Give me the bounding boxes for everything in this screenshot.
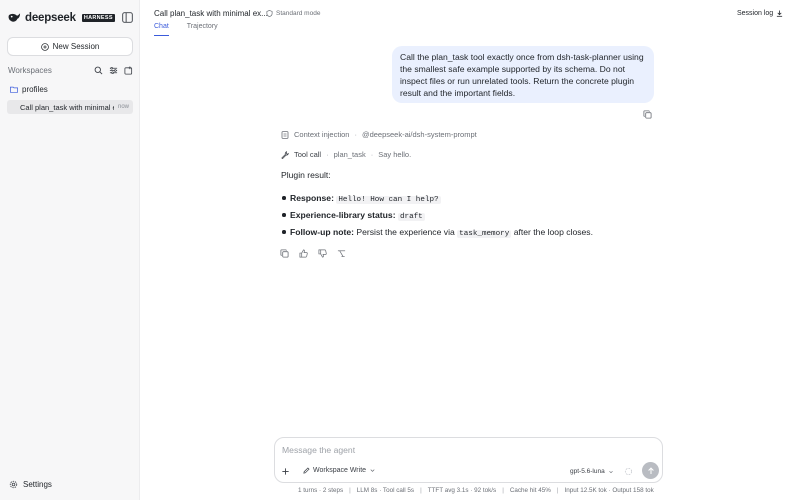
tab-trajectory[interactable]: Trajectory: [187, 23, 218, 36]
settings-button[interactable]: Settings: [9, 480, 52, 489]
brand-name: deepseek: [25, 12, 76, 24]
tool-args: Say hello.: [378, 150, 412, 159]
field-code: draft: [397, 213, 425, 221]
loading-spinner-icon: [624, 467, 633, 476]
field-label: Follow-up note:: [290, 227, 354, 237]
new-session-button[interactable]: New Session: [7, 37, 133, 56]
result-heading: Plugin result:: [281, 170, 331, 180]
folder-icon: [10, 86, 18, 93]
model-dropdown[interactable]: gpt-5.6-luna: [570, 468, 614, 475]
user-message: Call the plan_task tool exactly once fro…: [392, 46, 654, 103]
workspace-folder[interactable]: profiles: [10, 85, 48, 94]
thumbs-up-icon[interactable]: [299, 249, 308, 258]
stat-cache: Cache hit 45%: [509, 487, 551, 494]
whale-logo-icon: [8, 13, 21, 22]
list-item: Experience-library status: draft: [281, 209, 593, 226]
sidebar-toggle-icon[interactable]: [122, 12, 133, 23]
filter-icon[interactable]: [109, 66, 118, 75]
workspaces-label: Workspaces: [8, 65, 52, 75]
field-code: task_memory: [457, 230, 512, 238]
mode-label: Standard mode: [276, 10, 321, 17]
workspaces-header: Workspaces: [8, 65, 133, 75]
field-label: Response:: [290, 193, 334, 203]
message-composer: Message the agent Workspace Write gpt-5.…: [274, 437, 663, 483]
message-input[interactable]: Message the agent: [282, 445, 355, 455]
folder-name: profiles: [22, 85, 48, 94]
session-time: now: [117, 104, 129, 110]
document-icon: [281, 130, 289, 139]
context-value: @deepseek-ai/dsh-system-prompt: [361, 130, 477, 139]
permission-dropdown[interactable]: Workspace Write: [303, 467, 376, 474]
stat-separator: |: [502, 487, 504, 494]
stat-separator: |: [420, 487, 422, 494]
new-session-label: New Session: [52, 42, 100, 51]
mode-indicator[interactable]: Standard mode: [266, 10, 320, 17]
stat-timing: LLM 8s · Tool call 5s: [356, 487, 415, 494]
list-item: Follow-up note: Persist the experience v…: [281, 226, 593, 243]
context-injection-row[interactable]: Context injection · @deepseek-ai/dsh-sys…: [281, 130, 477, 139]
tool-call-label: Tool call: [294, 150, 322, 159]
separator-dot: ·: [326, 150, 329, 159]
session-log-button[interactable]: Session log: [732, 7, 788, 20]
separator-dot: ·: [354, 130, 357, 139]
page-title: Call plan_task with minimal ex...: [154, 9, 268, 18]
download-icon: [777, 10, 783, 17]
tab-chat[interactable]: Chat: [154, 23, 169, 36]
tool-name: plan_task: [333, 150, 366, 159]
gear-icon: [9, 480, 18, 489]
session-item[interactable]: Call plan_task with minimal exampl... no…: [7, 100, 133, 114]
field-code: Hello! How can I help?: [336, 196, 441, 204]
brand-logo: deepseek HARNESS: [8, 11, 115, 25]
tab-bar: Chat Trajectory: [154, 23, 218, 36]
plus-icon[interactable]: [281, 467, 290, 476]
settings-label: Settings: [23, 480, 52, 489]
shield-icon: [266, 10, 273, 17]
branch-icon[interactable]: [337, 249, 346, 258]
stat-separator: |: [556, 487, 559, 494]
tool-call-row[interactable]: Tool call · plan_task · Say hello.: [281, 150, 411, 159]
stat-throughput: TTFT avg 3.1s · 92 tok/s: [427, 487, 497, 494]
chevron-down-icon: [370, 469, 375, 472]
session-stats: 1 turns · 2 steps | LLM 8s · Tool call 5…: [298, 487, 654, 494]
list-item: Response: Hello! How can I help?: [281, 192, 593, 209]
stat-separator: |: [349, 487, 351, 494]
separator-dot: ·: [370, 150, 374, 159]
permission-label: Workspace Write: [313, 467, 367, 474]
arrow-up-icon: [647, 466, 654, 474]
brand-badge: HARNESS: [81, 14, 115, 22]
send-button[interactable]: [642, 462, 659, 479]
model-label: gpt-5.6-luna: [570, 468, 605, 475]
stat-tokens: Input 12.5K tok · Output 158 tok: [564, 487, 654, 494]
sidebar: deepseek HARNESS New Session Workspaces: [0, 0, 140, 500]
field-label: Experience-library status:: [290, 210, 396, 220]
field-text: Persist the experience via: [356, 227, 455, 237]
result-list: Response: Hello! How can I help? Experie…: [281, 192, 593, 243]
session-title: Call plan_task with minimal exampl...: [20, 102, 114, 112]
plus-circle-icon: [40, 42, 49, 51]
pen-icon: [303, 467, 310, 474]
wrench-icon: [281, 150, 289, 159]
field-text: after the loop closes.: [513, 227, 593, 237]
copy-icon[interactable]: [643, 110, 652, 119]
session-log-label: Session log: [737, 10, 774, 17]
search-icon[interactable]: [94, 66, 103, 75]
chevron-down-icon: [608, 470, 613, 473]
new-folder-icon[interactable]: [124, 65, 133, 75]
copy-icon[interactable]: [280, 249, 289, 258]
context-label: Context injection: [294, 130, 350, 139]
message-actions: [280, 249, 346, 258]
stat-turns: 1 turns · 2 steps: [298, 487, 344, 494]
thumbs-down-icon[interactable]: [318, 249, 327, 258]
